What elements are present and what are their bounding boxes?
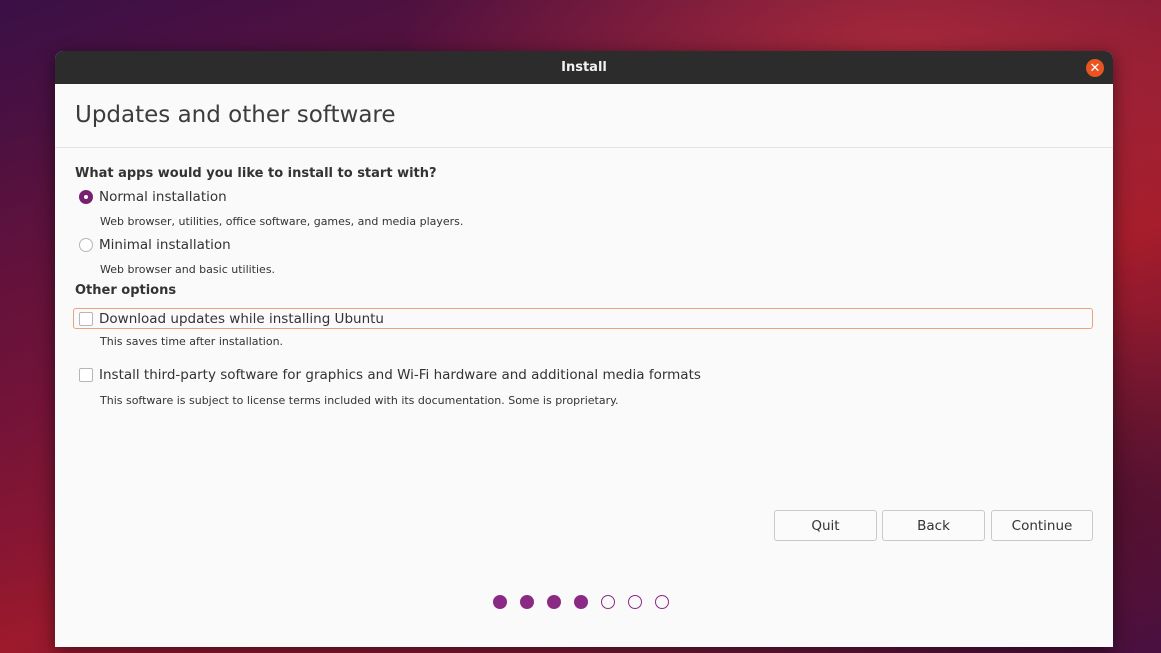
- download-updates-checkbox[interactable]: [79, 312, 93, 326]
- normal-installation-description: Web browser, utilities, office software,…: [100, 215, 464, 228]
- normal-installation-option[interactable]: Normal installation: [79, 188, 227, 206]
- page-title: Updates and other software: [75, 102, 396, 128]
- window-titlebar[interactable]: Install ✕: [55, 51, 1113, 84]
- quit-button[interactable]: Quit: [774, 510, 877, 541]
- third-party-checkbox[interactable]: [79, 368, 93, 382]
- normal-installation-label[interactable]: Normal installation: [99, 189, 227, 205]
- progress-dot: [655, 595, 669, 609]
- third-party-option[interactable]: Install third-party software for graphic…: [79, 366, 701, 384]
- third-party-label[interactable]: Install third-party software for graphic…: [99, 367, 701, 383]
- window-title: Install: [561, 60, 607, 75]
- progress-dots: [493, 595, 669, 609]
- close-icon: ✕: [1089, 60, 1101, 76]
- other-options-heading: Other options: [75, 283, 177, 298]
- progress-dot: [520, 595, 534, 609]
- minimal-installation-description: Web browser and basic utilities.: [100, 263, 276, 276]
- continue-button[interactable]: Continue: [991, 510, 1093, 541]
- installer-window: Install ✕ Updates and other software Wha…: [55, 51, 1113, 647]
- progress-dot: [628, 595, 642, 609]
- back-button[interactable]: Back: [882, 510, 985, 541]
- close-button[interactable]: ✕: [1086, 59, 1104, 77]
- minimal-installation-option[interactable]: Minimal installation: [79, 236, 231, 254]
- install-type-heading: What apps would you like to install to s…: [75, 166, 437, 181]
- minimal-installation-radio[interactable]: [79, 238, 93, 252]
- progress-dot: [601, 595, 615, 609]
- download-updates-label[interactable]: Download updates while installing Ubuntu: [99, 311, 384, 327]
- progress-dot: [547, 595, 561, 609]
- minimal-installation-label[interactable]: Minimal installation: [99, 237, 231, 253]
- normal-installation-radio[interactable]: [79, 190, 93, 204]
- progress-dot: [574, 595, 588, 609]
- progress-dot: [493, 595, 507, 609]
- download-updates-option[interactable]: Download updates while installing Ubuntu: [79, 310, 384, 328]
- third-party-description: This software is subject to license term…: [100, 394, 619, 407]
- page-header: Updates and other software: [55, 84, 1113, 148]
- download-updates-description: This saves time after installation.: [100, 335, 284, 348]
